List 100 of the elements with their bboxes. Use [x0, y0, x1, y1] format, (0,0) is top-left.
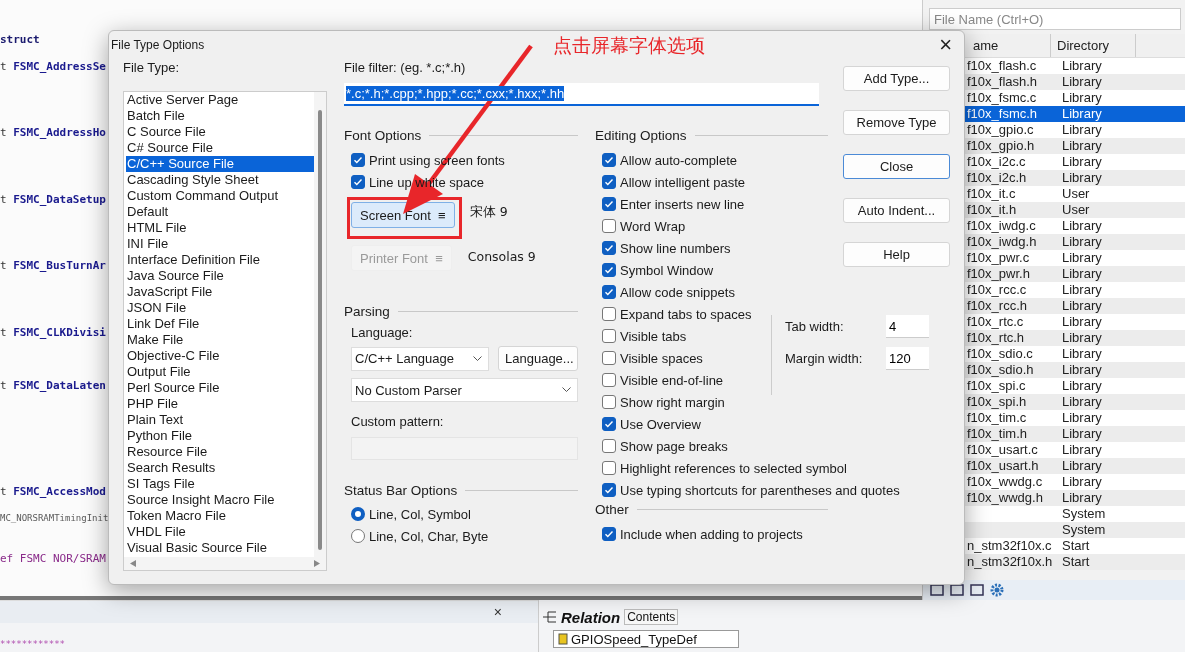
list-item[interactable]: Active Server Page: [126, 92, 314, 108]
column-header[interactable]: Directory: [1051, 34, 1136, 57]
file-name: f10x_fsmc.h: [967, 106, 1038, 121]
list-item[interactable]: Perl Source File: [126, 380, 314, 396]
list-item[interactable]: Batch File: [126, 108, 314, 124]
file-name: f10x_spi.c: [967, 378, 1026, 393]
radio-button[interactable]: Line, Col, Char, Byte: [344, 525, 489, 547]
directory-name: User: [1062, 186, 1090, 201]
list-item[interactable]: Token Macro File: [126, 508, 314, 524]
checkbox[interactable]: Visible spaces: [595, 347, 703, 369]
dialog-button[interactable]: Add Type...: [843, 66, 950, 91]
code-line: struct: [0, 33, 40, 47]
list-item[interactable]: Objective-C File: [126, 348, 314, 364]
close-icon[interactable]: ×: [493, 604, 502, 620]
checkbox[interactable]: Allow auto-complete: [595, 149, 738, 171]
scroll-right-icon[interactable]: [314, 560, 320, 567]
file-name: f10x_rcc.h: [967, 298, 1027, 313]
list-item[interactable]: Plain Text: [126, 412, 314, 428]
checkbox[interactable]: Symbol Window: [595, 259, 714, 281]
checkbox[interactable]: Show line numbers: [595, 237, 731, 259]
list-item[interactable]: SI Tags File: [126, 476, 314, 492]
checkbox[interactable]: Use Overview: [595, 413, 701, 435]
list-item[interactable]: Visual Basic Source File: [126, 540, 314, 556]
search-field[interactable]: File Name (Ctrl+O): [929, 8, 1181, 30]
list-item[interactable]: PHP File: [126, 396, 314, 412]
toolbar-icon[interactable]: [969, 582, 985, 598]
code-line: t FSMC_CLKDivisi: [0, 325, 106, 339]
checkbox[interactable]: Expand tabs to spaces: [595, 303, 752, 325]
list-item[interactable]: Default: [126, 204, 314, 220]
margin-width-field[interactable]: 120: [886, 347, 929, 370]
filter-field[interactable]: *.c;*.h;*.cpp;*.hpp;*.cc;*.cxx;*.hxx;*.hh: [344, 83, 819, 106]
list-item[interactable]: Resource File: [126, 444, 314, 460]
code-line: ef FSMC NOR/SRAM: [0, 551, 106, 565]
list-item[interactable]: JavaScript File: [126, 284, 314, 300]
radio-button[interactable]: Line, Col, Symbol: [344, 503, 471, 525]
checkbox[interactable]: Visible end-of-line: [595, 369, 724, 391]
list-item[interactable]: C/C++ Source File: [126, 156, 314, 172]
checkmark-icon: [604, 287, 614, 297]
checkmark-icon: [604, 155, 614, 165]
parser-select[interactable]: No Custom Parser: [351, 378, 578, 402]
list-item[interactable]: VHDL File: [126, 524, 314, 540]
toolbar-icon[interactable]: [949, 582, 965, 598]
tab-width-field[interactable]: 4: [886, 315, 929, 338]
list-item[interactable]: INI File: [126, 236, 314, 252]
directory-name: Library: [1062, 74, 1102, 89]
contents-tab[interactable]: Contents: [624, 609, 679, 625]
dialog-button[interactable]: Auto Indent...: [843, 198, 950, 223]
checkbox[interactable]: Allow code snippets: [595, 281, 735, 303]
dialog-button[interactable]: Remove Type: [843, 110, 950, 135]
checkbox[interactable]: Allow intelligent paste: [595, 171, 746, 193]
checkbox[interactable]: Include when adding to projects: [595, 523, 803, 545]
file-name: f10x_gpio.c: [967, 122, 1034, 137]
list-item[interactable]: Python File: [126, 428, 314, 444]
checkbox[interactable]: Highlight references to selected symbol: [595, 457, 847, 479]
list-item[interactable]: Custom Command Output: [126, 188, 314, 204]
list-item[interactable]: Search Results: [126, 460, 314, 476]
screen-font-button[interactable]: Screen Font ≡: [351, 202, 455, 228]
file-name: f10x_flash.c: [967, 58, 1037, 73]
list-item[interactable]: HTML File: [126, 220, 314, 236]
list-item[interactable]: Make File: [126, 332, 314, 348]
dialog-button[interactable]: Close: [843, 154, 950, 179]
list-item[interactable]: C Source File: [126, 124, 314, 140]
directory-name: Library: [1062, 106, 1102, 121]
relation-item[interactable]: GPIOSpeed_TypeDef: [553, 630, 739, 648]
scrollbar[interactable]: [314, 92, 326, 557]
scroll-left-icon[interactable]: [130, 560, 136, 567]
file-name: f10x_pwr.c: [967, 250, 1030, 265]
checkmark-icon: [353, 155, 363, 165]
language-select[interactable]: C/C++ Language: [351, 346, 489, 371]
language-button[interactable]: Language...: [498, 346, 578, 371]
list-item[interactable]: Interface Definition File: [126, 252, 314, 268]
directory-name: Library: [1062, 458, 1102, 473]
list-item[interactable]: C# Source File: [126, 140, 314, 156]
list-item[interactable]: Java Source File: [126, 268, 314, 284]
file-name: f10x_rcc.c: [967, 282, 1027, 297]
close-button[interactable]: ×: [935, 34, 956, 56]
checkbox[interactable]: Show right margin: [595, 391, 725, 413]
settings-icon[interactable]: [989, 582, 1005, 598]
list-item[interactable]: Output File: [126, 364, 314, 380]
checkbox[interactable]: Use typing shortcuts for parentheses and quotes: [595, 479, 900, 501]
directory-name: Library: [1062, 170, 1102, 185]
dialog-button[interactable]: Help: [843, 242, 950, 267]
checkbox[interactable]: Visible tabs: [595, 325, 687, 347]
tree-icon: [543, 610, 557, 624]
list-item[interactable]: Source Insight Macro File: [126, 492, 314, 508]
file-name: f10x_pwr.h: [967, 266, 1030, 281]
scrollbar[interactable]: [124, 557, 326, 570]
list-item[interactable]: Link Def File: [126, 316, 314, 332]
file-name: f10x_usart.c: [967, 442, 1038, 457]
checkbox[interactable]: Show page breaks: [595, 435, 728, 457]
toolbar-icon[interactable]: [929, 582, 945, 598]
field-label: Tab width:: [785, 319, 844, 334]
file-name: n_stm32f10x.c: [967, 538, 1052, 553]
list-item[interactable]: Cascading Style Sheet: [126, 172, 314, 188]
checkbox[interactable]: Word Wrap: [595, 215, 686, 237]
checkbox[interactable]: Enter inserts new line: [595, 193, 745, 215]
file-name: f10x_wwdg.h: [967, 490, 1043, 505]
file-name: f10x_rtc.c: [967, 314, 1024, 329]
directory-name: Library: [1062, 90, 1102, 105]
list-item[interactable]: JSON File: [126, 300, 314, 316]
